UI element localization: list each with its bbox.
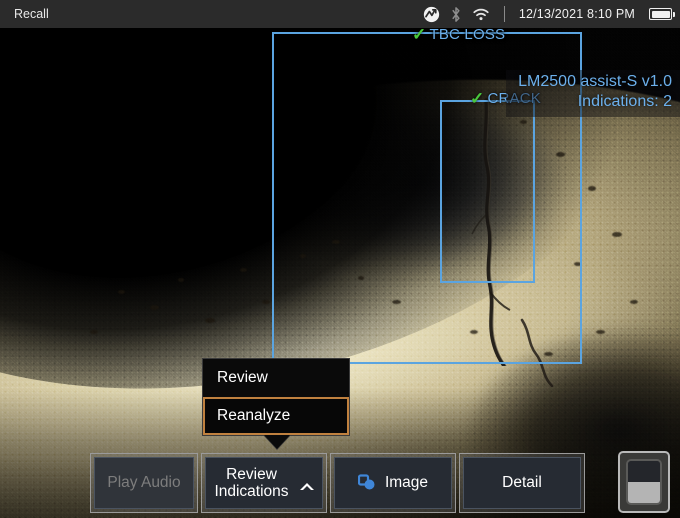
analytic-name: LM2500 assist-S v1.0 (518, 72, 672, 92)
page-title: Recall (14, 7, 49, 21)
image-button[interactable]: Image (334, 457, 452, 509)
review-indications-line2: Indications (214, 483, 288, 500)
status-icon-group: 12/13/2021 8:10 PM (423, 6, 672, 23)
detail-label: Detail (502, 474, 542, 491)
borescope-image-viewport[interactable]: ✓ TBC LOSS ✓ CRACK LM2500 assist-S v1.0 … (0, 0, 680, 518)
title-status-bar: Recall (0, 0, 680, 28)
menu-item-reanalyze[interactable]: Reanalyze (203, 397, 349, 435)
indications-count: Indications: 2 (518, 92, 672, 112)
bounding-box-crack[interactable] (440, 100, 535, 283)
review-indications-menu[interactable]: Review Reanalyze (202, 358, 350, 436)
review-indications-line1: Review (226, 466, 277, 483)
datetime-display: 12/13/2021 8:10 PM (519, 7, 635, 21)
bottom-toolbar: Play Audio Review Indications (0, 448, 680, 518)
chevron-up-icon (300, 483, 314, 490)
image-slot: Image (330, 453, 456, 513)
detail-button[interactable]: Detail (463, 457, 581, 509)
play-audio-slot: Play Audio (90, 453, 198, 513)
detail-slot: Detail (459, 453, 585, 513)
menu-item-review[interactable]: Review (203, 359, 349, 397)
image-layers-icon (358, 474, 378, 492)
application-root: ✓ TBC LOSS ✓ CRACK LM2500 assist-S v1.0 … (0, 0, 680, 518)
bluetooth-icon[interactable] (450, 6, 462, 23)
detection-label-tbc-loss: ✓ TBC LOSS (412, 26, 505, 43)
brightness-contrast-toggle[interactable] (618, 451, 670, 513)
brightness-light-half (628, 482, 660, 503)
menu-pointer-arrow (264, 435, 290, 449)
play-audio-label: Play Audio (107, 474, 180, 491)
analytic-info-panel: LM2500 assist-S v1.0 Indications: 2 (506, 70, 680, 117)
wifi-icon[interactable] (472, 7, 490, 22)
review-indications-button[interactable]: Review Indications (205, 457, 323, 509)
review-indications-label: Review Indications (214, 466, 288, 501)
activity-icon[interactable] (423, 6, 440, 23)
image-label: Image (385, 474, 428, 491)
brightness-dark-half (628, 461, 660, 482)
menu-item-label: Reanalyze (217, 407, 290, 425)
check-icon: ✓ (412, 26, 426, 43)
menu-item-label: Review (217, 369, 268, 387)
play-audio-button[interactable]: Play Audio (94, 457, 194, 509)
status-divider (504, 6, 505, 22)
battery-icon[interactable] (649, 8, 672, 20)
detection-label-text: TBC LOSS (429, 26, 505, 43)
check-icon: ✓ (470, 90, 484, 107)
review-indications-slot: Review Indications (201, 453, 327, 513)
brightness-contrast-inner (626, 459, 662, 505)
